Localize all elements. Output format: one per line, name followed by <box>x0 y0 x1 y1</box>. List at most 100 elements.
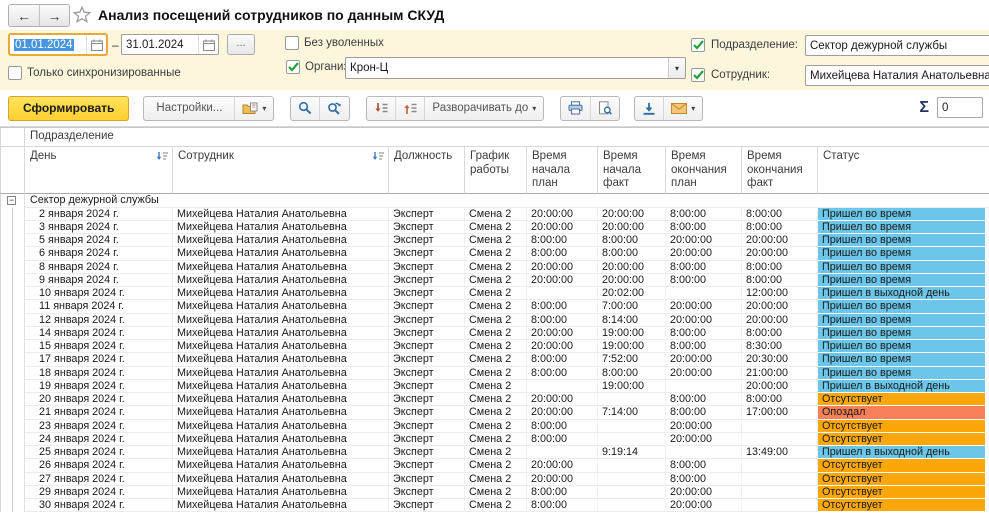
mail-icon <box>671 103 687 114</box>
column-header-position[interactable]: Должность <box>389 147 465 194</box>
forward-button[interactable]: → <box>39 5 69 26</box>
table-row[interactable]: 23 января 2024 г.Михейцева Наталия Анато… <box>0 420 989 433</box>
department-input[interactable]: Сектор дежурной службы <box>805 35 989 56</box>
settings-group: Настройки... ▾ <box>143 96 274 121</box>
search-next-button[interactable] <box>319 97 349 120</box>
cell-end-plan <box>666 287 742 300</box>
cell-end-plan: 20:00:00 <box>666 314 742 327</box>
table-row[interactable]: 20 января 2024 г.Михейцева Наталия Анато… <box>0 393 989 406</box>
column-header-end-plan[interactable]: Время окончания план <box>666 147 742 194</box>
date-from-input[interactable]: 01.01.2024 <box>8 33 108 56</box>
cell-day: 5 января 2024 г. <box>25 234 173 247</box>
table-row[interactable]: 8 января 2024 г.Михейцева Наталия Анатол… <box>0 261 989 274</box>
table-row[interactable]: 19 января 2024 г.Михейцева Наталия Анато… <box>0 380 989 393</box>
group-row[interactable]: − Сектор дежурной службы <box>0 194 989 208</box>
back-button[interactable]: ← <box>9 5 39 26</box>
cell-end-plan: 8:00:00 <box>666 221 742 234</box>
column-header-day[interactable]: День <box>25 147 173 194</box>
print-preview-button[interactable] <box>590 97 619 120</box>
search-next-icon <box>327 101 342 115</box>
cell-position: Эксперт <box>389 300 465 313</box>
column-header-status[interactable]: Статус <box>818 147 989 194</box>
expand-to-button[interactable]: Разворачивать до ▾ <box>424 97 543 120</box>
table-row[interactable]: 11 января 2024 г.Михейцева Наталия Анато… <box>0 300 989 313</box>
status-badge: Пришел во время <box>818 300 985 313</box>
table-row[interactable]: 21 января 2024 г.Михейцева Наталия Анато… <box>0 406 989 419</box>
table-row[interactable]: 26 января 2024 г.Михейцева Наталия Анато… <box>0 459 989 472</box>
sum-input[interactable] <box>937 97 983 118</box>
table-row[interactable]: 5 января 2024 г.Михейцева Наталия Анатол… <box>0 234 989 247</box>
table-row[interactable]: 18 января 2024 г.Михейцева Наталия Анато… <box>0 367 989 380</box>
calendar-icon[interactable] <box>198 35 218 54</box>
status-badge: Отсутствует <box>818 499 985 512</box>
nav-buttons: ← → <box>8 4 70 27</box>
table-row[interactable]: 25 января 2024 г.Михейцева Наталия Анато… <box>0 446 989 459</box>
table-row[interactable]: 3 января 2024 г.Михейцева Наталия Анатол… <box>0 221 989 234</box>
date-to-input[interactable]: 31.01.2024 <box>121 34 219 55</box>
table-row[interactable]: 6 января 2024 г.Михейцева Наталия Анатол… <box>0 247 989 260</box>
column-header-start-plan[interactable]: Время начала план <box>527 147 598 194</box>
checkbox-department[interactable] <box>691 38 705 52</box>
checkbox-employee[interactable] <box>691 68 705 82</box>
cell-schedule: Смена 2 <box>465 274 527 287</box>
status-badge: Пришел во время <box>818 234 985 247</box>
table-row[interactable]: 30 января 2024 г.Михейцева Наталия Анато… <box>0 499 989 512</box>
cell-start-fact: 9:19:14 <box>598 446 666 459</box>
cell-end-fact <box>742 420 818 433</box>
cell-start-plan: 20:00:00 <box>527 406 598 419</box>
checkbox-organization[interactable] <box>286 60 300 74</box>
table-row[interactable]: 17 января 2024 г.Михейцева Наталия Анато… <box>0 353 989 366</box>
cell-start-fact <box>598 433 666 446</box>
period-more-button[interactable]: ... <box>227 34 255 55</box>
checkbox-only-synchronized[interactable] <box>8 66 22 80</box>
checkbox-without-fired[interactable] <box>285 36 299 50</box>
sort-ascending-icon[interactable] <box>156 151 169 162</box>
column-header-start-fact[interactable]: Время начала факт <box>598 147 666 194</box>
organization-value: Крон-Ц <box>346 62 668 74</box>
send-mail-button[interactable]: ▾ <box>663 97 702 120</box>
department-value: Сектор дежурной службы <box>806 40 989 52</box>
collapse-expander-icon[interactable]: − <box>7 196 16 205</box>
calendar-icon[interactable] <box>86 35 106 54</box>
section-header[interactable]: Подразделение <box>25 128 989 147</box>
settings-button[interactable]: Настройки... <box>144 97 234 120</box>
column-header-employee[interactable]: Сотрудник <box>173 147 389 194</box>
tree-gutter <box>0 234 25 247</box>
collapse-groups-button[interactable] <box>367 97 395 120</box>
column-header-end-fact[interactable]: Время окончания факт <box>742 147 818 194</box>
table-row[interactable]: 12 января 2024 г.Михейцева Наталия Анато… <box>0 314 989 327</box>
column-label: График работы <box>470 150 509 176</box>
check-icon <box>693 70 704 80</box>
organization-input[interactable]: Крон-Ц ▾ <box>345 57 686 79</box>
check-icon <box>288 62 299 72</box>
cell-end-fact: 20:00:00 <box>742 314 818 327</box>
table-row[interactable]: 29 января 2024 г.Михейцева Наталия Анато… <box>0 486 989 499</box>
table-row[interactable]: 2 января 2024 г.Михейцева Наталия Анатол… <box>0 208 989 221</box>
column-header-schedule[interactable]: График работы <box>465 147 527 194</box>
search-button[interactable] <box>291 97 319 120</box>
column-label: Время окончания факт <box>747 150 803 189</box>
tree-gutter <box>0 367 25 380</box>
table-row[interactable]: 15 января 2024 г.Михейцева Наталия Анато… <box>0 340 989 353</box>
cell-end-plan: 8:00:00 <box>666 327 742 340</box>
table-row[interactable]: 9 января 2024 г.Михейцева Наталия Анатол… <box>0 274 989 287</box>
report-variants-button[interactable]: ▾ <box>234 97 273 120</box>
cell-start-plan: 8:00:00 <box>527 367 598 380</box>
date-range-dash: – <box>112 38 119 52</box>
table-row[interactable]: 24 января 2024 г.Михейцева Наталия Анато… <box>0 433 989 446</box>
table-row[interactable]: 27 января 2024 г.Михейцева Наталия Анато… <box>0 473 989 486</box>
table-row[interactable]: 10 января 2024 г.Михейцева Наталия Анато… <box>0 287 989 300</box>
employee-input[interactable]: Михейцева Наталия Анатольевна <box>805 65 989 86</box>
status-badge: Отсутствует <box>818 486 985 499</box>
chevron-down-icon[interactable]: ▾ <box>668 58 685 78</box>
sort-ascending-icon[interactable] <box>372 151 385 162</box>
expand-groups-button[interactable] <box>395 97 424 120</box>
cell-position: Эксперт <box>389 486 465 499</box>
cell-start-plan: 8:00:00 <box>527 353 598 366</box>
save-button[interactable] <box>635 97 663 120</box>
table-row[interactable]: 14 января 2024 г.Михейцева Наталия Анато… <box>0 327 989 340</box>
print-button[interactable] <box>561 97 590 120</box>
favorite-star-icon[interactable] <box>73 6 91 24</box>
cell-end-plan: 20:00:00 <box>666 486 742 499</box>
generate-button[interactable]: Сформировать <box>8 96 129 121</box>
